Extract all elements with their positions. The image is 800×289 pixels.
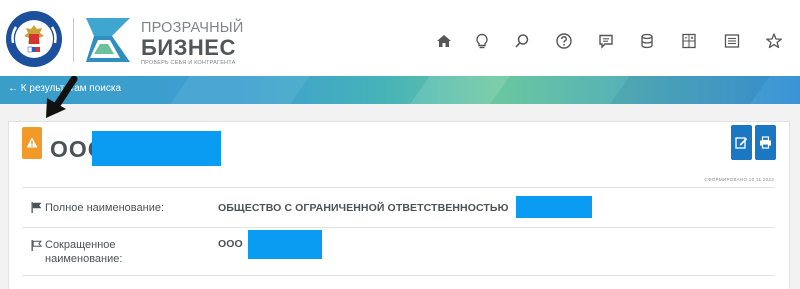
- site-header: ПРОЗРАЧНЫЙ БИЗНЕС ПРОВЕРЬ СЕБЯ И КОНТРАГ…: [0, 0, 800, 76]
- help-icon[interactable]: [555, 32, 573, 50]
- star-icon[interactable]: [765, 32, 783, 50]
- warning-icon: [26, 137, 38, 148]
- lightbulb-icon[interactable]: [473, 32, 491, 50]
- edit-button[interactable]: [731, 125, 752, 160]
- warning-badge[interactable]: [22, 127, 42, 159]
- flag-outline-icon: [31, 240, 42, 251]
- row-divider: [22, 275, 774, 276]
- header-divider: [73, 18, 74, 62]
- brand-tagline: ПРОВЕРЬ СЕБЯ И КОНТРАГЕНТА: [141, 60, 236, 66]
- band-decoration: [410, 76, 510, 104]
- brand-title-line1: ПРОЗРАЧНЫЙ: [141, 20, 244, 36]
- brand-title-line2: БИЗНЕС: [141, 35, 236, 60]
- row-divider: [22, 187, 774, 188]
- short-name-value: ООО: [218, 238, 243, 250]
- short-name-label-line1: Сокращенное: [45, 239, 116, 251]
- flag-filled-icon: [31, 202, 42, 213]
- search-icon[interactable]: [513, 32, 531, 50]
- report-generated-date: СФОРМИРОВАНО 10.11.2022: [704, 177, 774, 182]
- list-icon[interactable]: [723, 32, 741, 50]
- short-name-label-line2: наименование:: [45, 253, 123, 265]
- redacted-full-name: [516, 196, 592, 218]
- band-decoration: [610, 76, 770, 104]
- print-button[interactable]: [755, 125, 776, 160]
- fns-emblem-logo[interactable]: [5, 10, 63, 68]
- band-decoration: [170, 76, 310, 104]
- home-icon[interactable]: [435, 32, 453, 50]
- annotation-arrow: [46, 76, 78, 118]
- transparent-business-logo-mark[interactable]: [82, 14, 134, 66]
- edit-icon: [735, 137, 748, 149]
- redacted-company-name: [92, 131, 221, 166]
- chat-icon[interactable]: [597, 32, 615, 50]
- database-icon[interactable]: [638, 32, 656, 50]
- short-name-label: Сокращенное наименование:: [45, 238, 122, 266]
- redacted-short-name: [248, 230, 322, 259]
- print-icon: [760, 136, 771, 149]
- full-name-value: ОБЩЕСТВО С ОГРАНИЧЕННОЙ ОТВЕТСТВЕННОСТЬЮ: [218, 202, 509, 214]
- row-divider: [22, 227, 774, 228]
- calculator-icon[interactable]: [680, 32, 698, 50]
- full-name-label: Полное наименование:: [45, 202, 165, 214]
